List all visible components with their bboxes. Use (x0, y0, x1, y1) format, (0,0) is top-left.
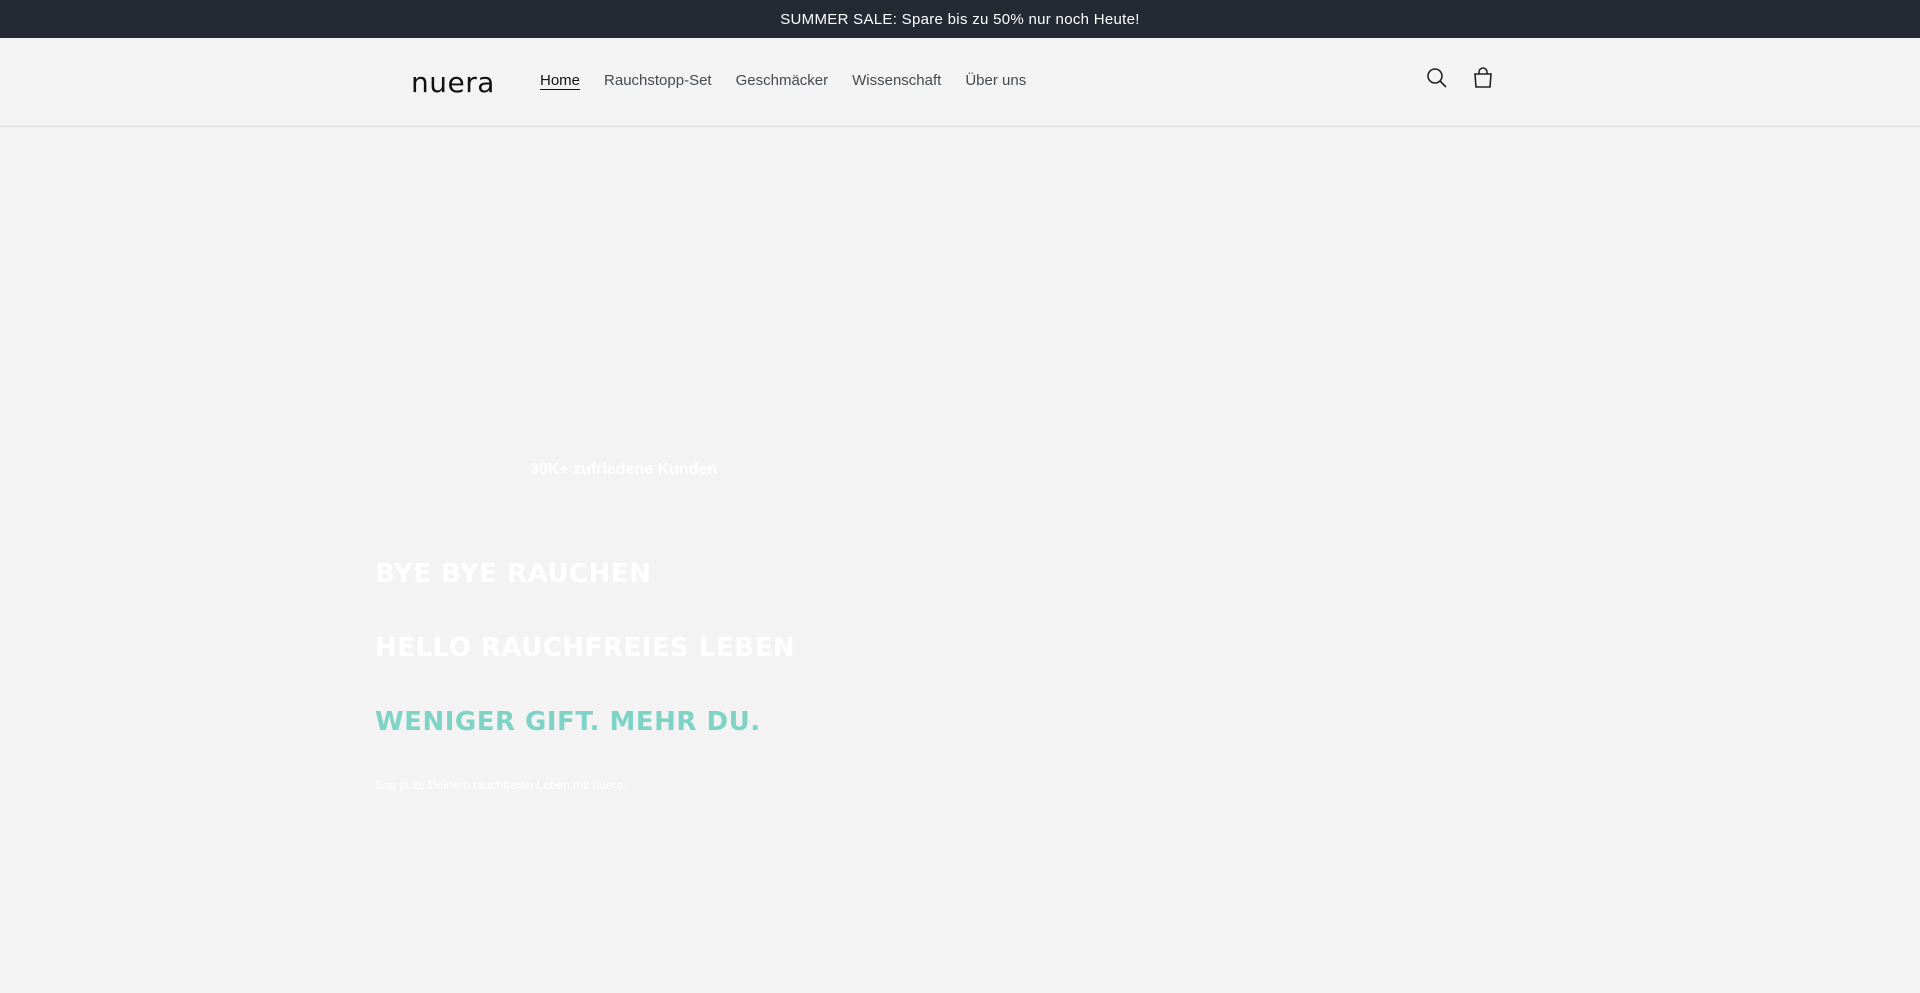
hero-subtext: Sag ja zu Deinem rauchfreien Leben mit n… (375, 778, 627, 792)
announcement-bar: SUMMER SALE: Spare bis zu 50% nur noch H… (0, 0, 1920, 38)
search-button[interactable] (1425, 66, 1449, 90)
header-icons (1425, 66, 1495, 90)
nav-rauchstopp-set[interactable]: Rauchstopp-Set (592, 72, 724, 89)
hero-headline-2: HELLO RAUCHFREIES LEBEN (375, 633, 796, 663)
nav-wissenschaft[interactable]: Wissenschaft (840, 72, 953, 89)
logo[interactable]: nuera (411, 66, 495, 99)
site-header: nuera Home Rauchstopp-Set Geschmäcker Wi… (0, 38, 1920, 127)
nav-home[interactable]: Home (528, 72, 592, 89)
hero-section: 30K+ zufriedene Kunden BYE BYE RAUCHEN H… (0, 127, 1920, 993)
main-nav: Home Rauchstopp-Set Geschmäcker Wissensc… (528, 72, 1038, 89)
announcement-text: SUMMER SALE: Spare bis zu 50% nur noch H… (780, 10, 1140, 28)
search-icon (1427, 68, 1447, 88)
hero-headline-3: WENIGER GIFT. MEHR DU. (375, 707, 761, 737)
cart-icon (1474, 67, 1492, 88)
nav-ueber-uns[interactable]: Über uns (953, 72, 1038, 89)
hero-headline-1: BYE BYE RAUCHEN (375, 559, 652, 589)
nav-geschmaecker[interactable]: Geschmäcker (724, 72, 841, 89)
customers-badge: 30K+ zufriedene Kunden (530, 461, 718, 478)
cart-button[interactable] (1471, 66, 1495, 90)
